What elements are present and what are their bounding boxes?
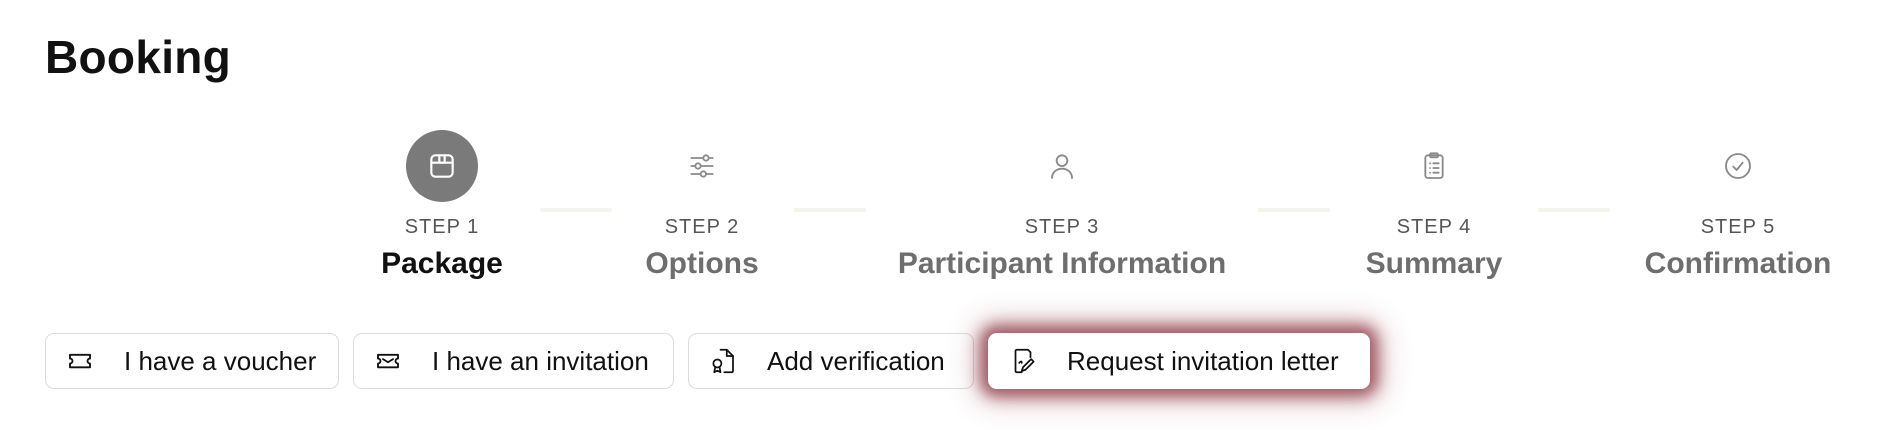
invitation-ticket-icon bbox=[372, 345, 404, 377]
invitation-button[interactable]: I have an invitation bbox=[353, 333, 674, 389]
user-icon bbox=[1026, 130, 1098, 202]
certificate-file-icon bbox=[707, 345, 739, 377]
add-verification-button[interactable]: Add verification bbox=[688, 333, 974, 389]
file-signature-icon bbox=[1007, 345, 1039, 377]
voucher-label: I have a voucher bbox=[124, 345, 317, 376]
step-options[interactable]: STEP 2 Options bbox=[492, 130, 912, 281]
sliders-icon bbox=[666, 130, 738, 202]
request-invitation-letter-label: Request invitation letter bbox=[1067, 345, 1339, 376]
check-circle-icon bbox=[1702, 130, 1774, 202]
package-icon bbox=[406, 130, 478, 202]
request-invitation-letter-button[interactable]: Request invitation letter bbox=[988, 333, 1370, 389]
ticket-icon bbox=[64, 345, 96, 377]
step-number: STEP 5 bbox=[1700, 216, 1776, 238]
step-number: STEP 2 bbox=[664, 216, 740, 238]
voucher-button[interactable]: I have a voucher bbox=[45, 333, 339, 389]
invitation-label: I have an invitation bbox=[432, 345, 649, 376]
step-participant-information[interactable]: STEP 3 Participant Information bbox=[852, 130, 1272, 281]
step-name: Participant Information bbox=[897, 247, 1227, 280]
add-verification-label: Add verification bbox=[767, 345, 945, 376]
step-number: STEP 3 bbox=[1024, 216, 1100, 238]
step-name: Confirmation bbox=[1644, 247, 1832, 280]
booking-actions: I have a voucher I have an invitation Ad… bbox=[45, 333, 1370, 389]
clipboard-list-icon bbox=[1398, 130, 1470, 202]
booking-stepper: STEP 1 Package STEP 2 Options STEP 3 Par… bbox=[0, 0, 1886, 300]
step-name: Options bbox=[645, 247, 759, 280]
step-confirmation[interactable]: STEP 5 Confirmation bbox=[1528, 130, 1886, 281]
